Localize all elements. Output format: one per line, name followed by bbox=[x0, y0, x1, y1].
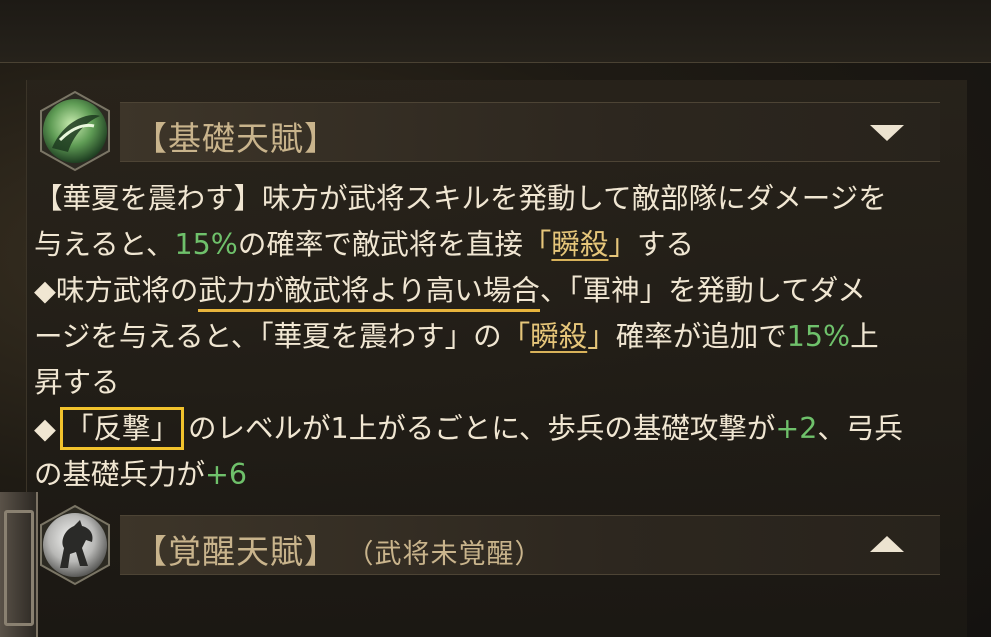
troop-bonus-value: +6 bbox=[205, 458, 248, 491]
counterattack-highlight: 「反撃」 bbox=[59, 407, 185, 450]
chance-percent: 15% bbox=[174, 228, 238, 261]
desc-text: する bbox=[636, 228, 694, 261]
collapse-arrow-icon[interactable] bbox=[870, 125, 904, 141]
desc-text: のレベルが1上がるごとに、歩兵の基礎攻撃が bbox=[179, 412, 776, 445]
green-spiral-weapon-icon bbox=[40, 90, 110, 172]
basic-talent-title: 【基礎天賦】 bbox=[134, 119, 338, 158]
desc-line: の基礎兵力が+6 bbox=[34, 452, 939, 498]
desc-text: ージを与えると、「華夏を震わす」の bbox=[34, 320, 502, 353]
desc-text: ◆味方武将の bbox=[34, 274, 199, 307]
condition-underline: 武力が敵武将より高い場合 bbox=[198, 274, 540, 312]
desc-line: 与えると、15%の確率で敵武将を直接「瞬殺」する bbox=[34, 222, 939, 268]
desc-line: 【華夏を震わす】味方が武将スキルを発動して敵部隊にダメージを bbox=[34, 176, 939, 222]
desc-text: 昇する bbox=[34, 366, 120, 399]
basic-talent-header[interactable]: 【基礎天賦】 bbox=[120, 102, 940, 162]
bracket: 「 bbox=[501, 320, 531, 353]
bonus-percent: 15% bbox=[786, 320, 851, 353]
desc-text: 、弓兵 bbox=[817, 412, 903, 445]
desc-line: ージを与えると、「華夏を震わす」の「瞬殺」確率が追加で15%上 bbox=[34, 314, 939, 360]
awakening-talent-title: 【覚醒天賦】 bbox=[134, 532, 338, 571]
top-band bbox=[0, 0, 991, 63]
white-horse-icon bbox=[40, 504, 110, 586]
bracket: 」 bbox=[587, 320, 616, 353]
expand-arrow-icon[interactable] bbox=[870, 536, 904, 552]
desc-text: ◆ bbox=[34, 412, 65, 445]
awakening-talent-header[interactable]: 【覚醒天賦】 （武将未覚醒） bbox=[120, 515, 940, 575]
desc-line: ◆味方武将の武力が敵武将より高い場合、「軍神」を発動してダメ bbox=[34, 268, 939, 314]
desc-text: 与えると、 bbox=[34, 228, 175, 261]
desc-text: 上 bbox=[850, 320, 879, 353]
desc-text: 確率が追加で bbox=[615, 320, 787, 353]
desc-line: ◆ 「反撃」 のレベルが1上がるごとに、歩兵の基礎攻撃が+2、弓兵 bbox=[34, 406, 939, 452]
desc-text: 【華夏を震わす】味方が武将スキルを発動して敵部隊にダメージを bbox=[34, 182, 887, 215]
desc-text: の基礎兵力が bbox=[34, 458, 206, 491]
desc-text: 、「軍神」を発動してダメ bbox=[539, 274, 866, 307]
desc-line: 昇する bbox=[34, 360, 939, 406]
awakening-talent-title-wrap: 【覚醒天賦】 （武将未覚醒） bbox=[134, 525, 543, 573]
desc-text: の確率で敵武将を直接 bbox=[237, 228, 523, 261]
awakening-status: （武将未覚醒） bbox=[360, 539, 543, 570]
bracket: 「 bbox=[522, 228, 552, 261]
attack-bonus-value: +2 bbox=[775, 412, 818, 445]
side-frame-decoration bbox=[0, 492, 38, 637]
basic-talent-description: 【華夏を震わす】味方が武将スキルを発動して敵部隊にダメージを 与えると、15%の… bbox=[34, 176, 939, 498]
instant-kill-keyword-link[interactable]: 瞬殺 bbox=[530, 320, 587, 353]
instant-kill-keyword-link[interactable]: 瞬殺 bbox=[551, 228, 608, 261]
bracket: 」 bbox=[608, 228, 637, 261]
